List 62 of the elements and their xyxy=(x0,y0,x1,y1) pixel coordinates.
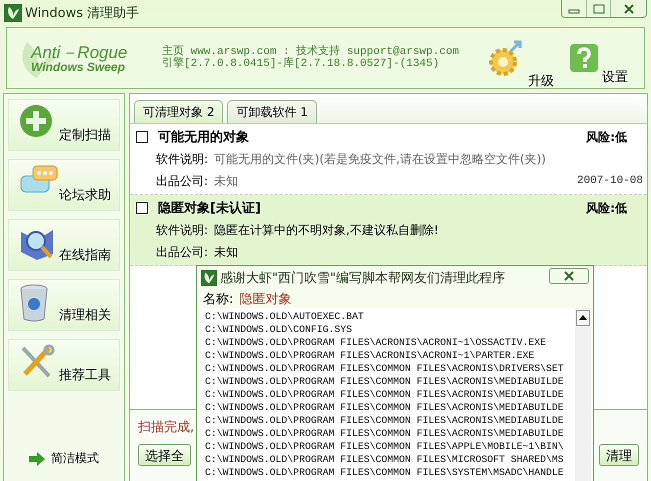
file-path: C:\WINDOWS.OLD\PROGRAM FILES\ACRONIS\ACRONI~1\PARTER.EXE xyxy=(205,349,536,362)
action-label[interactable]: 升级 xyxy=(528,72,554,90)
sidebar-item[interactable]: 论坛求助 xyxy=(8,159,120,211)
company-text: 未知 xyxy=(214,172,238,190)
logo-subtitle: Windows Sweep xyxy=(31,60,125,72)
checkbox[interactable] xyxy=(136,202,148,214)
field-label: 出品公司: xyxy=(156,172,208,190)
file-path: C:\WINDOWS.OLD\PROGRAM FILES\ACRONIS\ACRONI~1\OSSACTIV.EXE xyxy=(205,336,547,349)
contact-info: 主页 www.arswp.com : 技术支持 support@arswp.com xyxy=(162,46,460,58)
version-info: 引擎[2.7.0.8.0415]-库[2.7.18.8.0527]-(1345) xyxy=(162,58,440,70)
window-title: Windows 清理助手 xyxy=(25,5,140,22)
file-path: C:\WINDOWS.OLD\PROGRAM FILES\COMMON FILES\ACRONIS\MEDIABUILDE xyxy=(205,414,565,427)
close-icon xyxy=(563,271,575,281)
tab[interactable]: 可卸载软件 1 xyxy=(227,100,317,123)
field-label: 出品公司: xyxy=(156,244,208,260)
status-message: 扫描完成, xyxy=(138,419,194,436)
risk-label: 风险:低 xyxy=(586,200,627,216)
sidebar-item[interactable]: 在线指南 xyxy=(8,219,120,271)
date-text: 2007-10-08 xyxy=(576,175,643,187)
close-icon xyxy=(622,4,634,14)
file-path: C:\WINDOWS.OLD\AUTOEXEC.BAT xyxy=(205,310,365,323)
recycle-bin-icon xyxy=(19,284,49,322)
leaf-icon xyxy=(201,270,217,286)
file-path: C:\WINDOWS.OLD\PROGRAM FILES\COMMON FILES\MICROSOFT SHARED\MS xyxy=(205,453,565,466)
description-text: 隐匿在计算中的不明对象,不建议私自删除! xyxy=(214,222,439,238)
file-path: C:\WINDOWS.OLD\PROGRAM FILES\COMMON FILES\SYSTEM\MSADC\HANDLE xyxy=(205,466,565,479)
field-label: 软件说明: xyxy=(156,222,208,238)
file-path: C:\WINDOWS.OLD\PROGRAM FILES\COMMON FILES\ACRONIS\MEDIABUILDE xyxy=(205,401,565,414)
risk-label: 风险:低 xyxy=(586,128,627,146)
file-path: C:\WINDOWS.OLD\PROGRAM FILES\COMMON FILES\ACRONIS\MEDIABUILDE xyxy=(205,388,565,401)
selected-item-row[interactable]: 隐匿对象[未认证] 风险:低 软件说明: 隐匿在计算中的不明对象,不建议私自删除! 出品公司: 未知 xyxy=(130,195,647,266)
popup-title: 感谢大虾"西门吹雪"编写脚本帮网友们清理此程序 xyxy=(220,270,505,287)
arrow-icon xyxy=(29,452,45,466)
item-name: 可能无用的对象 xyxy=(158,129,249,146)
simple-mode-link[interactable]: 简洁模式 xyxy=(8,450,120,467)
tab[interactable]: 可清理对象 2 xyxy=(134,100,224,123)
item-name: 隐匿对象[未认证] xyxy=(158,200,261,217)
maximize-icon xyxy=(592,4,604,14)
object-name: 隐匿对象 xyxy=(239,291,292,308)
checkbox[interactable] xyxy=(136,131,148,143)
close-button[interactable] xyxy=(549,268,589,284)
action-label[interactable]: 设置 xyxy=(602,68,628,86)
file-path: C:\WINDOWS.OLD\CONFIG.SYS xyxy=(205,323,353,336)
sidebar-item[interactable]: 定制扫描 xyxy=(8,99,120,151)
scroll-up-icon[interactable] xyxy=(576,310,590,326)
leaf-icon xyxy=(4,4,22,22)
scrollbar[interactable] xyxy=(575,308,591,481)
action-button[interactable]: 清理 xyxy=(599,444,639,466)
description-text: 可能无用的文件(夹)(若是免疫文件,请在设置中忽略空文件(夹)) xyxy=(214,150,546,168)
file-path: C:\WINDOWS.OLD\PROGRAM FILES\COMMON FILES\ACRONIS\MEDIABUILDE xyxy=(205,375,565,388)
tools-icon xyxy=(19,344,55,380)
company-text: 未知 xyxy=(214,244,238,260)
file-path: C:\WINDOWS.OLD\PROGRAM FILES\COMMON FILES\ACRONIS\MEDIABUILDE xyxy=(205,427,565,440)
logo-title: Anti－Rogue xyxy=(31,44,128,60)
field-label: 软件说明: xyxy=(156,150,208,168)
sidebar-item[interactable]: 推荐工具 xyxy=(8,339,120,391)
action-button[interactable]: 选择全 xyxy=(138,444,191,466)
file-path: C:\WINDOWS.OLD\PROGRAM FILES\COMMON FILES\ACRONIS\DRIVERS\SET xyxy=(205,362,565,375)
field-label: 名称: xyxy=(203,291,234,308)
plus-icon xyxy=(19,104,53,138)
sidebar-item[interactable]: 清理相关 xyxy=(8,279,120,331)
file-path: C:\WINDOWS.OLD\PROGRAM FILES\COMMON FILES\APPLE\MOBILE~1\BIN\ xyxy=(205,440,565,453)
